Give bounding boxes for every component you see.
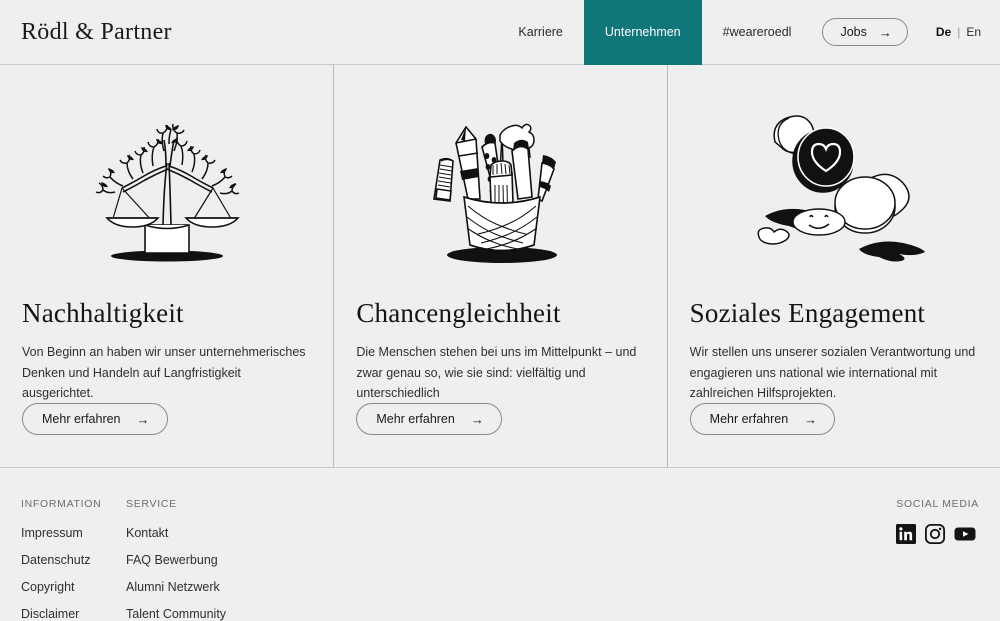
arrow-right-icon: → bbox=[804, 411, 818, 427]
card-description: Die Menschen stehen bei uns im Mittelpun… bbox=[356, 345, 637, 400]
youtube-icon[interactable] bbox=[954, 524, 976, 544]
card-description: Wir stellen uns unserer sozialen Verantw… bbox=[689, 345, 976, 400]
jobs-button[interactable]: Jobs → bbox=[822, 18, 908, 46]
footer-link-alumni-netzwerk[interactable]: Alumni Netzwerk bbox=[126, 580, 326, 594]
brand-logo[interactable]: Rödl & Partner bbox=[21, 19, 172, 46]
card-cta-wrap: Mehr erfahren → bbox=[689, 403, 978, 467]
footer-column-information: INFORMATION Impressum Datenschutz Copyri… bbox=[21, 498, 126, 621]
footer-social-media: SOCIAL MEDIA bbox=[896, 498, 981, 620]
topic-card-chancengleichheit[interactable]: Chancengleichheit Die Menschen stehen be… bbox=[333, 65, 666, 467]
arrow-right-icon: → bbox=[878, 24, 892, 40]
rubber-stamps-heart-smiley-icon bbox=[690, 65, 978, 299]
site-header: Rödl & Partner Karriere Unternehmen #wea… bbox=[0, 0, 1000, 65]
balance-scale-tree-icon bbox=[22, 65, 311, 299]
language-option-en[interactable]: En bbox=[966, 25, 981, 39]
main-navigation: Karriere Unternehmen #weareroedl Jobs → … bbox=[497, 0, 1000, 65]
arrow-right-icon: → bbox=[470, 411, 484, 427]
cta-label: Mehr erfahren bbox=[709, 412, 789, 426]
social-icon-row bbox=[896, 524, 979, 544]
footer-link-kontakt[interactable]: Kontakt bbox=[126, 526, 326, 540]
language-switcher: De | En bbox=[922, 0, 1000, 65]
cta-label: Mehr erfahren bbox=[42, 412, 121, 426]
mehr-erfahren-button[interactable]: Mehr erfahren → bbox=[22, 403, 168, 435]
footer-column-service: SERVICE Kontakt FAQ Bewerbung Alumni Net… bbox=[126, 498, 326, 621]
card-description: Von Beginn an haben wir unser unternehme… bbox=[22, 345, 306, 400]
card-title: Nachhaltigkeit bbox=[22, 297, 184, 328]
jobs-button-label: Jobs bbox=[840, 25, 867, 39]
social-media-heading: SOCIAL MEDIA bbox=[896, 498, 979, 510]
card-cta-wrap: Mehr erfahren → bbox=[22, 403, 311, 467]
mehr-erfahren-button[interactable]: Mehr erfahren → bbox=[689, 403, 836, 435]
nav-item-karriere[interactable]: Karriere bbox=[497, 0, 583, 65]
topic-card-grid: Nachhaltigkeit Von Beginn an haben wir u… bbox=[0, 65, 1000, 468]
instagram-icon[interactable] bbox=[925, 524, 946, 544]
footer-link-datenschutz[interactable]: Datenschutz bbox=[21, 553, 126, 567]
footer-link-copyright[interactable]: Copyright bbox=[21, 580, 126, 594]
footer-link-impressum[interactable]: Impressum bbox=[21, 526, 126, 540]
arrow-right-icon: → bbox=[136, 411, 150, 427]
topic-card-nachhaltigkeit[interactable]: Nachhaltigkeit Von Beginn an haben wir u… bbox=[0, 65, 333, 467]
card-title: Chancengleichheit bbox=[356, 297, 561, 328]
linkedin-icon[interactable] bbox=[896, 524, 917, 544]
footer-link-talent-community[interactable]: Talent Community bbox=[126, 607, 326, 621]
footer-link-faq-bewerbung[interactable]: FAQ Bewerbung bbox=[126, 553, 326, 567]
nav-item-unternehmen[interactable]: Unternehmen bbox=[583, 0, 702, 65]
footer-link-disclaimer[interactable]: Disclaimer bbox=[21, 607, 126, 621]
language-separator: | bbox=[957, 25, 961, 39]
topic-card-soziales-engagement[interactable]: Soziales Engagement Wir stellen uns unse… bbox=[666, 65, 1000, 467]
nav-item-weareroedl[interactable]: #weareroedl bbox=[702, 0, 813, 65]
card-title: Soziales Engagement bbox=[689, 297, 926, 328]
card-cta-wrap: Mehr erfahren → bbox=[356, 403, 644, 467]
footer-column-heading: INFORMATION bbox=[21, 498, 102, 510]
cta-label: Mehr erfahren bbox=[376, 412, 455, 426]
language-option-de[interactable]: De bbox=[936, 25, 951, 39]
mehr-erfahren-button[interactable]: Mehr erfahren → bbox=[356, 403, 502, 435]
site-footer: INFORMATION Impressum Datenschutz Copyri… bbox=[0, 468, 1000, 621]
pencil-cup-icon bbox=[356, 65, 644, 299]
footer-column-heading: SERVICE bbox=[126, 498, 177, 510]
jobs-button-wrap: Jobs → bbox=[812, 0, 921, 65]
